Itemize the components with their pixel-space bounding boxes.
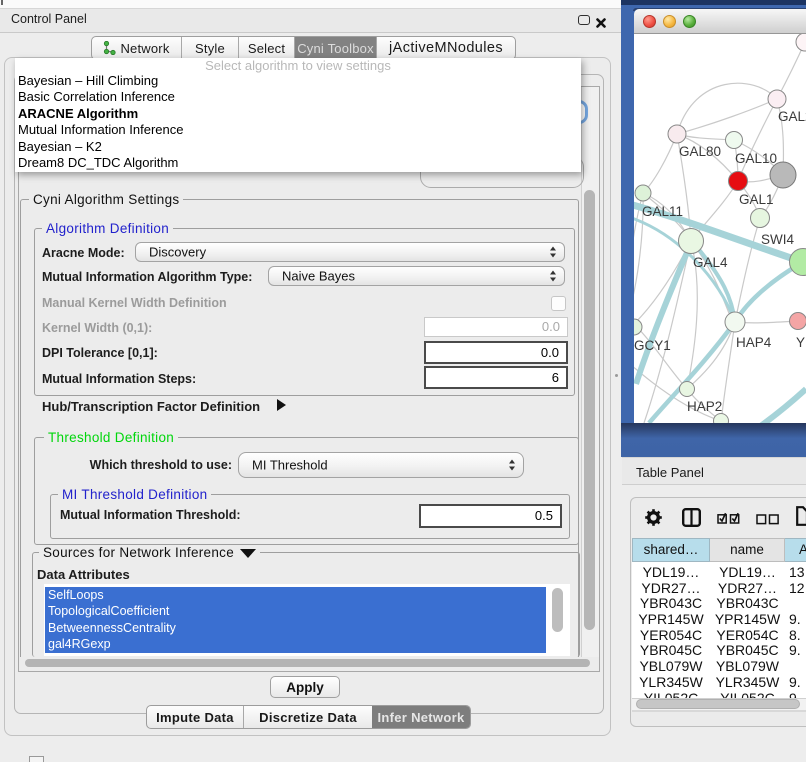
svg-text:SWI4: SWI4 [761, 232, 794, 247]
svg-text:GAL10: GAL10 [735, 151, 777, 166]
svg-text:GAL11: GAL11 [642, 204, 683, 219]
svg-text:GAL4: GAL4 [693, 255, 728, 270]
svg-text:GAL80: GAL80 [679, 144, 721, 159]
svg-text:Y: Y [796, 335, 805, 350]
svg-text:HAP2: HAP2 [687, 399, 722, 414]
svg-text:GCY1: GCY1 [634, 338, 671, 353]
svg-text:GAL2: GAL2 [778, 109, 806, 124]
svg-text:GAL1: GAL1 [739, 192, 774, 207]
svg-text:HAP4: HAP4 [736, 335, 772, 350]
